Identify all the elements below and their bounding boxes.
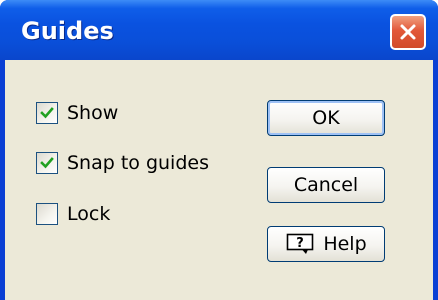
guides-dialog: Guides Show Snap to guides Lock OK Cance… — [0, 0, 438, 300]
dialog-body: Show Snap to guides Lock OK Cancel ? Hel… — [5, 60, 433, 300]
show-checkbox[interactable] — [36, 102, 58, 124]
lock-option[interactable]: Lock — [36, 203, 110, 225]
title-bar[interactable]: Guides — [0, 0, 438, 60]
help-label: Help — [323, 233, 367, 255]
dialog-title: Guides — [21, 17, 114, 45]
ok-button[interactable]: OK — [267, 100, 385, 136]
snap-to-guides-checkbox[interactable] — [36, 152, 58, 174]
show-label: Show — [67, 102, 119, 124]
checkmark-icon — [40, 157, 54, 169]
show-option[interactable]: Show — [36, 102, 118, 124]
lock-checkbox[interactable] — [36, 203, 58, 225]
close-button[interactable] — [390, 14, 426, 50]
svg-text:?: ? — [297, 236, 305, 251]
snap-to-guides-label: Snap to guides — [67, 152, 209, 174]
close-icon — [398, 22, 418, 42]
cancel-button[interactable]: Cancel — [267, 167, 385, 203]
checkmark-icon — [40, 107, 54, 119]
help-icon: ? — [285, 233, 315, 255]
lock-label: Lock — [67, 203, 111, 225]
snap-to-guides-option[interactable]: Snap to guides — [36, 152, 209, 174]
help-button[interactable]: ? Help — [267, 226, 385, 262]
